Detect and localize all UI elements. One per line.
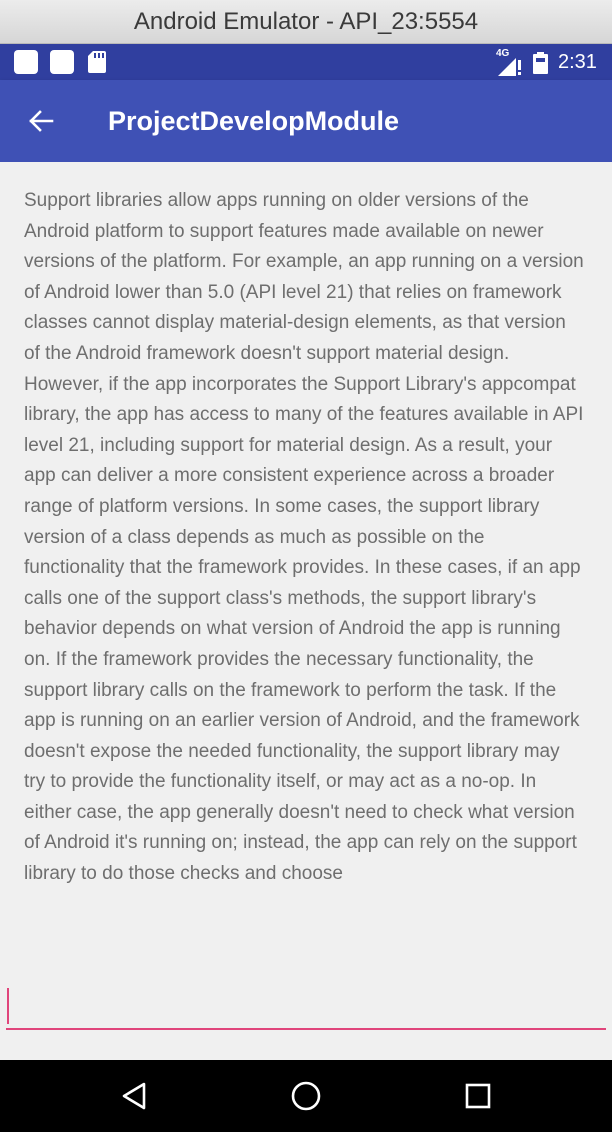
back-arrow-icon bbox=[29, 110, 54, 132]
sd-card-icon bbox=[88, 51, 106, 73]
emulator-title-bar: Android Emulator - API_23:5554 bbox=[0, 0, 612, 44]
support-library-text: Support libraries allow apps running on … bbox=[24, 190, 584, 885]
content-area: Support libraries allow apps running on … bbox=[0, 162, 612, 1060]
battery-icon bbox=[533, 52, 548, 74]
nav-back-button[interactable] bbox=[110, 1072, 158, 1120]
app-toolbar: ProjectDevelopModule bbox=[0, 80, 612, 162]
status-bar: 4G 2:31 bbox=[0, 44, 612, 80]
app-notification-icon bbox=[14, 50, 38, 74]
home-circle-icon bbox=[291, 1081, 321, 1111]
signal-icon bbox=[498, 58, 521, 76]
window-title: Android Emulator - API_23:5554 bbox=[133, 8, 479, 35]
app-notification-icon bbox=[50, 50, 74, 74]
text-input-field[interactable] bbox=[6, 982, 606, 1030]
back-button[interactable] bbox=[18, 98, 64, 144]
nav-recents-button[interactable] bbox=[454, 1072, 502, 1120]
navigation-bar bbox=[0, 1060, 612, 1132]
nav-home-button[interactable] bbox=[282, 1072, 330, 1120]
text-cursor bbox=[7, 988, 9, 1024]
status-clock: 2:31 bbox=[558, 51, 597, 73]
back-triangle-icon bbox=[122, 1082, 146, 1110]
recents-square-icon bbox=[465, 1083, 491, 1109]
toolbar-title: ProjectDevelopModule bbox=[108, 106, 400, 136]
